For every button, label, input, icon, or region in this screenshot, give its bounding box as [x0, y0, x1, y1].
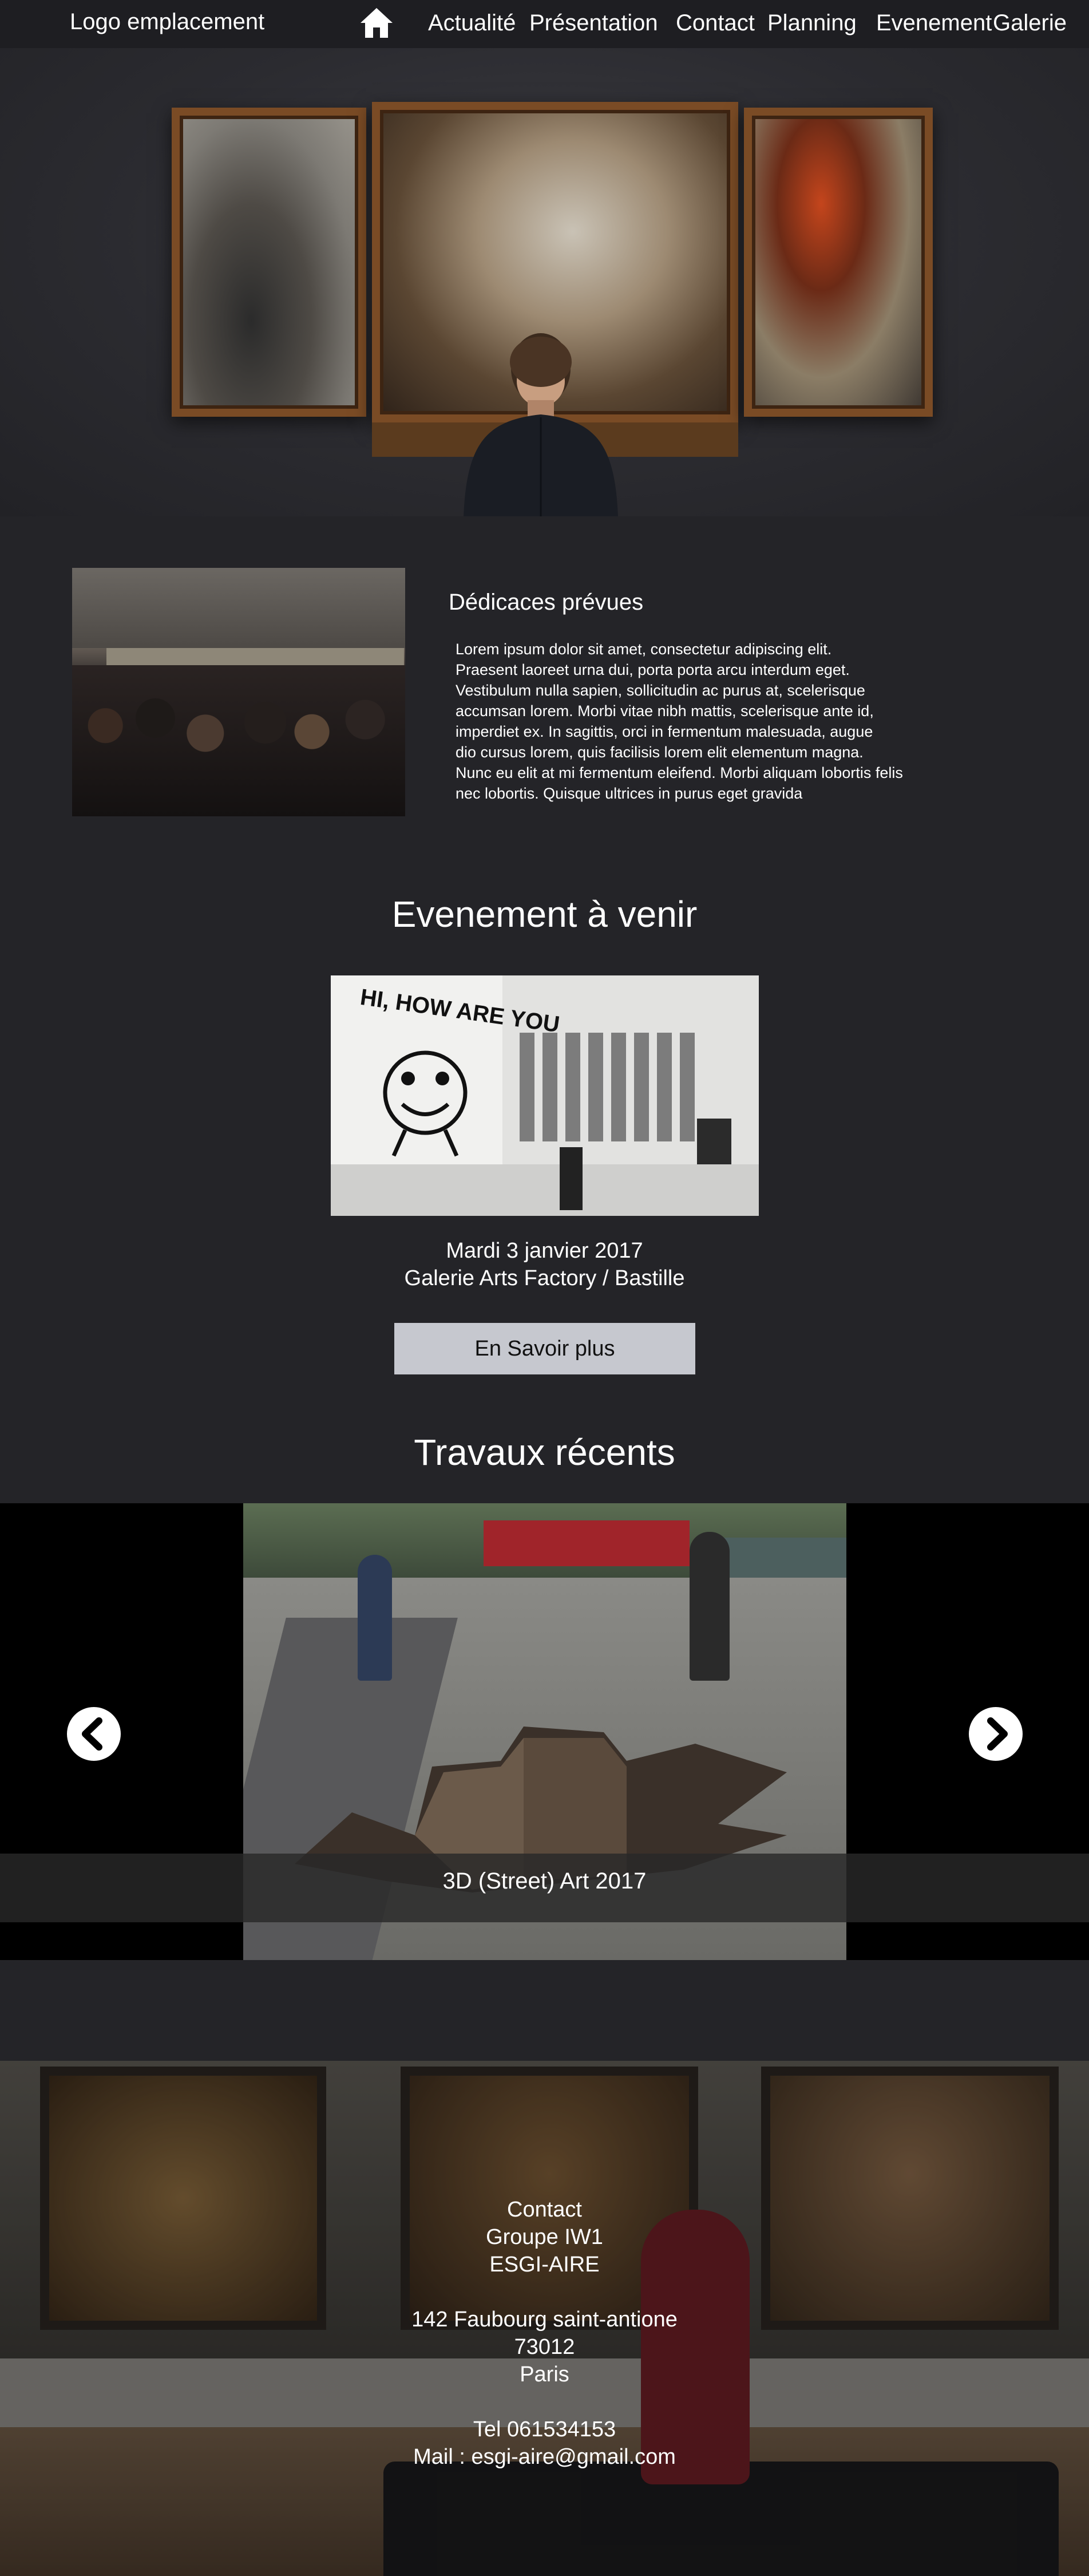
logo[interactable]: Logo emplacement: [70, 9, 264, 35]
dedicaces-line: dio cursus lorem, quis facilisis lorem e…: [456, 744, 864, 761]
footer: Contact Groupe IW1 ESGI-AIRE 142 Faubour…: [0, 2061, 1089, 2576]
dedicaces-line: imperdiet ex. In sagittis, orci in ferme…: [456, 723, 873, 740]
home-icon[interactable]: [359, 6, 394, 40]
dedicaces-line: Vestibulum nulla sapien, sollicitudin ac…: [456, 682, 865, 699]
footer-contact-heading: Contact: [507, 2198, 582, 2222]
dedicaces-line: Nunc eu elit at mi fermentum eleifend. M…: [456, 764, 903, 781]
event-date: Mardi 3 janvier 2017: [446, 1239, 643, 1263]
footer-phone: Tel 061534153: [473, 2417, 616, 2441]
event-photo: HI, HOW ARE YOU: [331, 975, 759, 1216]
footer-city: Paris: [520, 2362, 569, 2387]
dedicaces-line: nec lobortis. Quisque ultrices in purus …: [456, 785, 803, 802]
dedicaces-line: Praesent laoreet urna dui, porta porta a…: [456, 661, 850, 678]
nav-item-evenement[interactable]: Evenement: [876, 10, 992, 36]
footer-postcode: 73012: [514, 2335, 575, 2359]
event-location: Galerie Arts Factory / Bastille: [404, 1266, 685, 1290]
hero-image: [0, 48, 1089, 516]
dedicaces-line: accumsan lorem. Morbi vitae nibh mattis,…: [456, 702, 874, 720]
dedicaces-text: Lorem ipsum dolor sit amet, consectetur …: [456, 639, 971, 804]
footer-address: 142 Faubourg saint-antione: [411, 2308, 678, 2332]
arrow-right-icon[interactable]: [969, 1707, 1023, 1761]
travaux-title: Travaux récents: [414, 1432, 675, 1473]
footer-school: ESGI-AIRE: [489, 2253, 600, 2277]
crowd-photo: [72, 568, 405, 816]
evenement-title: Evenement à venir: [391, 894, 698, 935]
nav-item-actualite[interactable]: Actualité: [428, 10, 516, 36]
nav-item-galerie[interactable]: Galerie: [993, 10, 1067, 36]
dedicaces-line: Lorem ipsum dolor sit amet, consectetur …: [456, 641, 832, 658]
footer-group: Groupe IW1: [486, 2225, 603, 2249]
nav-item-contact[interactable]: Contact: [676, 10, 755, 36]
slide-caption: 3D (Street) Art 2017: [442, 1868, 647, 1894]
footer-email[interactable]: Mail : esgi-aire@gmail.com: [0, 2445, 1089, 2470]
nav-item-presentation[interactable]: Présentation: [529, 10, 658, 36]
en-savoir-plus-button[interactable]: En Savoir plus: [394, 1323, 695, 1374]
nav-item-planning[interactable]: Planning: [767, 10, 857, 36]
arrow-left-icon[interactable]: [67, 1707, 121, 1761]
dedicaces-title: Dédicaces prévues: [449, 590, 644, 615]
frog-drawing: [383, 1050, 468, 1157]
viewer-figure: [464, 333, 618, 516]
recent-works-carousel: 3D (Street) Art 2017: [0, 1503, 1089, 1960]
top-navigation: Logo emplacement Actualité Présentation …: [0, 0, 1089, 48]
